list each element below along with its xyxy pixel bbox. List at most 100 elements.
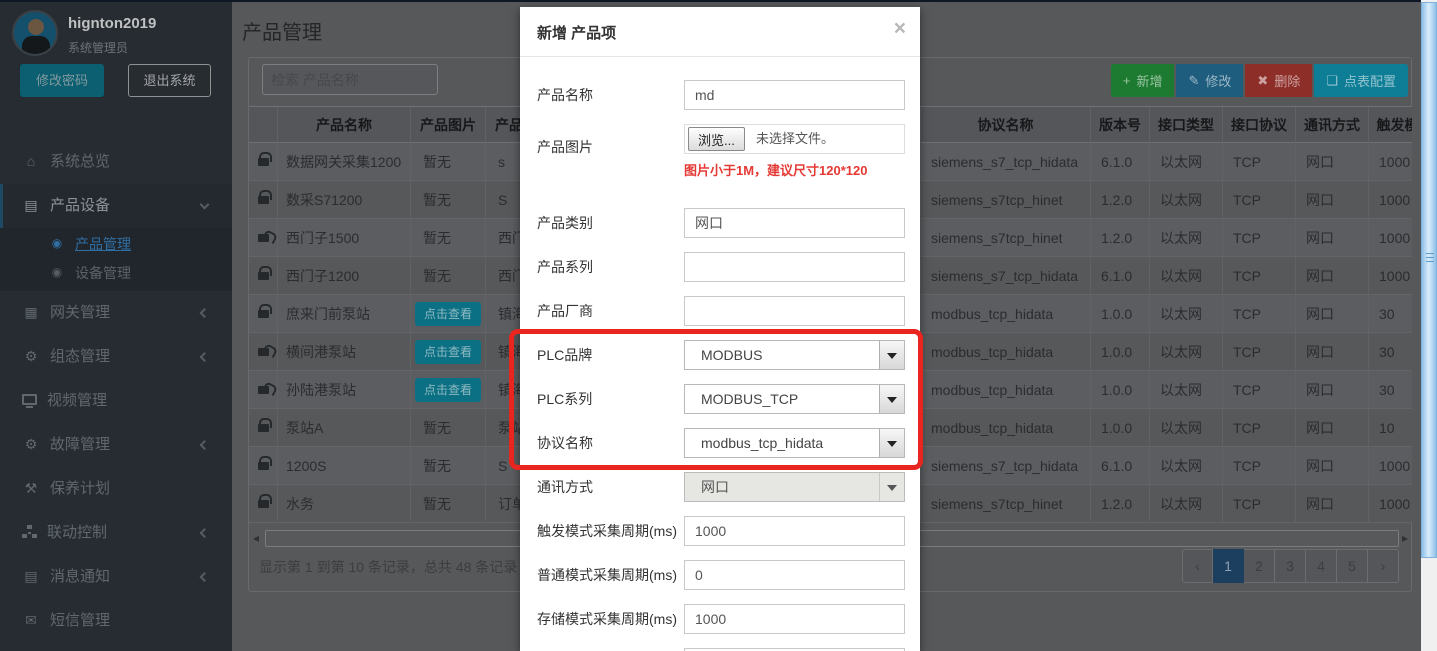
storage-period-input[interactable] bbox=[684, 604, 905, 634]
sitemap-icon bbox=[22, 525, 37, 538]
dot-circle-icon: ◉ bbox=[48, 258, 66, 287]
product-series-input[interactable] bbox=[684, 252, 905, 282]
cell-trigger_period: 1000 bbox=[1369, 181, 1412, 219]
image-size-hint: 图片小于1M，建议尺寸120*120 bbox=[684, 160, 868, 179]
button-label: 删除 bbox=[1274, 71, 1300, 90]
field-product-series: 产品系列 bbox=[520, 252, 920, 282]
button-label: 点表配置 bbox=[1344, 71, 1396, 90]
lock-cell bbox=[249, 181, 278, 219]
cell-comm_mode: 网口 bbox=[1296, 371, 1369, 409]
unlock-icon bbox=[258, 386, 269, 394]
cell-version: 1.0.0 bbox=[1091, 295, 1150, 333]
cell-interface_protocol: TCP bbox=[1223, 219, 1296, 257]
lock-cell bbox=[249, 143, 278, 181]
home-icon: ⌂ bbox=[22, 139, 40, 183]
trigger-period-input[interactable] bbox=[684, 516, 905, 546]
product-name-input[interactable] bbox=[684, 80, 905, 110]
field-label: PLC品牌 bbox=[537, 340, 687, 370]
cell-interface_type: 以太网 bbox=[1150, 485, 1223, 523]
scroll-left-icon[interactable]: ◂ bbox=[253, 531, 259, 545]
cell-name: 数据网关采集1200 bbox=[278, 143, 411, 181]
cell-image: 暂无 bbox=[411, 257, 486, 295]
cell-version: 6.1.0 bbox=[1091, 447, 1150, 485]
column-header: 版本号 bbox=[1091, 107, 1150, 143]
search-input[interactable] bbox=[262, 64, 438, 95]
select-value: MODBUS bbox=[701, 341, 762, 369]
sidebar-item-maintenance-plan[interactable]: ⚒保养计划 bbox=[0, 467, 232, 511]
lock-cell bbox=[249, 447, 278, 485]
cell-interface_protocol: TCP bbox=[1223, 143, 1296, 181]
sidebar-item-linkage-control[interactable]: 联动控制 bbox=[0, 511, 232, 555]
page-4[interactable]: 4 bbox=[1306, 549, 1337, 583]
plc-series-select[interactable]: MODBUS_TCP bbox=[684, 384, 905, 414]
book-icon: ▤ bbox=[22, 183, 40, 227]
field-label: 触发模式采集周期(ms) bbox=[537, 516, 687, 546]
sidebar-item-system-overview[interactable]: ⌂系统总览 bbox=[0, 140, 232, 184]
dropdown-arrow-icon[interactable] bbox=[879, 341, 904, 369]
page-next[interactable]: › bbox=[1368, 549, 1399, 583]
monitor-icon bbox=[22, 394, 37, 405]
field-plc-series: PLC系列MODBUS_TCP bbox=[520, 384, 920, 414]
normal-period-input[interactable] bbox=[684, 560, 905, 590]
chevron-left-icon bbox=[200, 572, 210, 582]
change-password-button[interactable]: 修改密码 bbox=[20, 64, 104, 97]
dropdown-arrow-icon[interactable] bbox=[879, 429, 904, 457]
view-image-button[interactable]: 点击查看 bbox=[415, 340, 481, 364]
sidebar-item-device-management[interactable]: ◉设备管理 bbox=[0, 259, 232, 288]
column-header: 产品图片 bbox=[411, 107, 486, 143]
cell-comm_mode: 网口 bbox=[1296, 485, 1369, 523]
add-button[interactable]: +新增 bbox=[1111, 64, 1175, 97]
sidebar-item-product-management[interactable]: ◉产品管理 bbox=[0, 230, 232, 259]
cell-protocol: siemens_s7_tcp_hidata bbox=[921, 257, 1091, 295]
sidebar-item-config-management[interactable]: ⚙组态管理 bbox=[0, 335, 232, 379]
field-label: 产品图片 bbox=[537, 132, 687, 162]
sidebar-item-sms-management[interactable]: ✉短信管理 bbox=[0, 599, 232, 643]
protocol-name-select[interactable]: modbus_tcp_hidata bbox=[684, 428, 905, 458]
cell-interface_type: 以太网 bbox=[1150, 143, 1223, 181]
view-image-button[interactable]: 点击查看 bbox=[415, 302, 481, 326]
plc-brand-select[interactable]: MODBUS bbox=[684, 340, 905, 370]
edit-button[interactable]: ✎修改 bbox=[1176, 64, 1243, 97]
button-label: 修改 bbox=[1205, 71, 1231, 90]
cell-interface_protocol: TCP bbox=[1223, 485, 1296, 523]
cell-name: 庶来门前泵站 bbox=[278, 295, 411, 333]
document-icon: ❏ bbox=[1326, 73, 1338, 89]
page-5[interactable]: 5 bbox=[1337, 549, 1368, 583]
user-role: 系统管理员 bbox=[68, 39, 128, 56]
cell-version: 1.0.0 bbox=[1091, 333, 1150, 371]
close-icon[interactable]: × bbox=[894, 17, 906, 41]
field-protocol-name: 协议名称modbus_tcp_hidata bbox=[520, 428, 920, 458]
unlock-icon bbox=[258, 234, 269, 242]
unlock-icon bbox=[258, 348, 269, 356]
column-header: 通讯方式 bbox=[1296, 107, 1369, 143]
browse-button[interactable]: 浏览... bbox=[688, 127, 745, 151]
page-1[interactable]: 1 bbox=[1213, 549, 1244, 583]
vertical-scrollbar[interactable] bbox=[1421, 0, 1437, 651]
lock-icon bbox=[258, 310, 269, 318]
vertical-scrollbar-thumb[interactable] bbox=[1421, 2, 1437, 558]
cell-version: 1.2.0 bbox=[1091, 485, 1150, 523]
view-image-button[interactable]: 点击查看 bbox=[415, 378, 481, 402]
delete-button[interactable]: ✖删除 bbox=[1245, 64, 1312, 97]
cell-image: 点击查看 bbox=[411, 295, 486, 333]
page-prev[interactable]: ‹ bbox=[1182, 549, 1213, 583]
column-header: 接口协议 bbox=[1223, 107, 1296, 143]
point-table-config-button[interactable]: ❏ 点表配置 bbox=[1314, 64, 1408, 97]
cell-interface_protocol: TCP bbox=[1223, 181, 1296, 219]
sidebar-item-label: 消息通知 bbox=[50, 568, 110, 585]
gears-icon: ⚙ bbox=[22, 334, 40, 378]
page-2[interactable]: 2 bbox=[1244, 549, 1275, 583]
sidebar-item-gateway-management[interactable]: ▦网关管理 bbox=[0, 291, 232, 335]
product-category-input[interactable] bbox=[684, 208, 905, 238]
dropdown-arrow-icon[interactable] bbox=[879, 385, 904, 413]
sidebar-item-message-notify[interactable]: ▤消息通知 bbox=[0, 555, 232, 599]
chevron-left-icon bbox=[200, 308, 210, 318]
page-3[interactable]: 3 bbox=[1275, 549, 1306, 583]
logout-button[interactable]: 退出系统 bbox=[128, 64, 211, 97]
cell-comm_mode: 网口 bbox=[1296, 333, 1369, 371]
sidebar-item-fault-management[interactable]: ⚙故障管理 bbox=[0, 423, 232, 467]
product-vendor-input[interactable] bbox=[684, 296, 905, 326]
scroll-right-icon[interactable]: ▸ bbox=[1402, 531, 1408, 545]
sidebar-item-video-management[interactable]: 视频管理 bbox=[0, 379, 232, 423]
sidebar-item-product-device[interactable]: ▤产品设备 bbox=[0, 184, 232, 228]
